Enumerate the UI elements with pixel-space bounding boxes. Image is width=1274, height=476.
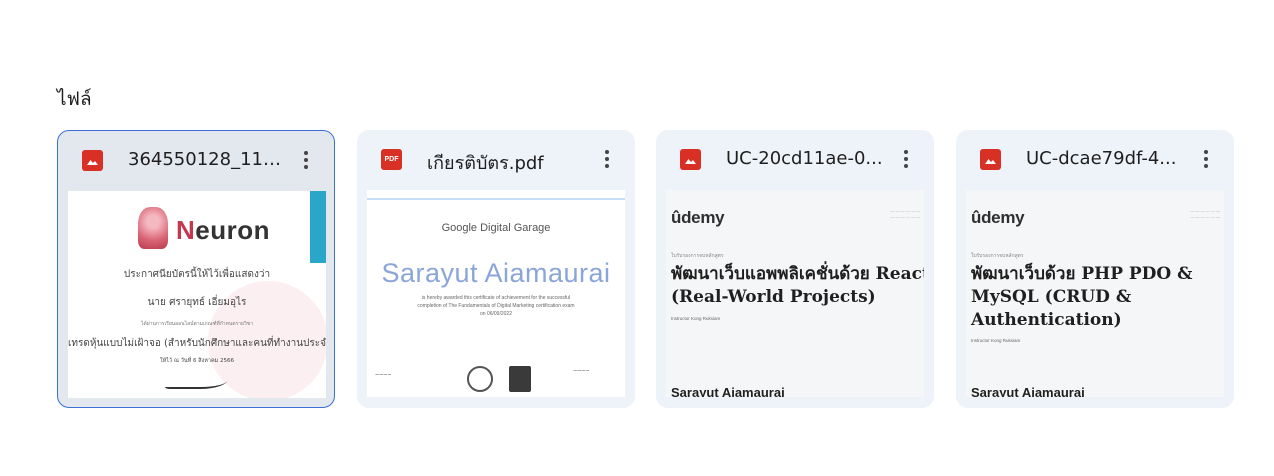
recipient-name: Sarayut Aiamaurai bbox=[971, 385, 1085, 397]
course-title: พัฒนาเว็บแอพพลิเคชั่นด้วย React (Real-Wo… bbox=[671, 264, 924, 307]
thumbnail-border bbox=[367, 198, 625, 200]
image-icon bbox=[82, 150, 103, 171]
file-name: เกียรติบัตร.pdf bbox=[427, 153, 544, 174]
file-name: UC-20cd11ae-0... bbox=[726, 148, 883, 169]
more-options-icon[interactable] bbox=[595, 147, 619, 171]
course-title: พัฒนาเว็บด้วย PHP PDO & MySQL (CRUD & Au… bbox=[971, 264, 1193, 330]
thumbnail-text: เทรดหุ้นแบบไม่เฝ้าจอ (สำหรับนักศึกษาและค… bbox=[68, 338, 326, 349]
file-card-2[interactable]: PDF เกียรติบัตร.pdf Google Digital Garag… bbox=[357, 130, 635, 408]
instructor-text: Instructor Kong Ruksiam bbox=[971, 338, 1021, 343]
file-name: 364550128_1114... bbox=[128, 149, 288, 170]
file-thumbnail[interactable]: Google Digital Garage Sarayut Aiamaurai … bbox=[367, 190, 625, 397]
thumbnail-text: ใบรับรองการจบหลักสูตร bbox=[971, 253, 1024, 259]
udemy-logo: ûdemy bbox=[971, 208, 1025, 227]
file-card-header: 364550128_1114... bbox=[58, 131, 334, 189]
thumbnail-meta: — — — — — — — — — — — — bbox=[890, 208, 920, 219]
seal-icon bbox=[467, 366, 493, 392]
thumbnail-text: completion of The Fundamentals of Digita… bbox=[417, 303, 575, 309]
university-seal-icon bbox=[138, 207, 168, 249]
neuron-logo: Neuron bbox=[176, 215, 271, 245]
thumbnail-text: ให้ไว้ ณ วันที่ 6 สิงหาคม 2566 bbox=[159, 358, 235, 364]
thumbnail-text: is hereby awarded this certificate of ac… bbox=[421, 295, 571, 301]
file-name: UC-dcae79df-4... bbox=[1026, 148, 1177, 169]
udemy-logo: ûdemy bbox=[671, 208, 725, 227]
pdf-icon: PDF bbox=[381, 149, 402, 170]
file-card-3[interactable]: UC-20cd11ae-0... ûdemy — — — — — — — — — … bbox=[656, 130, 934, 408]
file-card-4[interactable]: UC-dcae79df-4... ûdemy — — — — — — — — — … bbox=[956, 130, 1234, 408]
thumbnail-meta: — — — — — — — — — — — — bbox=[1190, 208, 1220, 219]
file-card-header: UC-20cd11ae-0... bbox=[656, 130, 934, 188]
thumbnail-text: on 06/09/2022 bbox=[480, 311, 512, 317]
instructor-text: Instructor Kong Ruksiam bbox=[671, 316, 721, 321]
thumbnail-header: Google Digital Garage bbox=[441, 222, 551, 234]
file-thumbnail[interactable]: Neuron ประกาศนียบัตรนี้ให้ไว้เพื่อแสดงว่… bbox=[68, 191, 326, 398]
thumbnail-recipient: Sarayut Aiamaurai bbox=[381, 258, 611, 288]
more-options-icon[interactable] bbox=[294, 148, 318, 172]
file-card-header: UC-dcae79df-4... bbox=[956, 130, 1234, 188]
file-card-header: PDF เกียรติบัตร.pdf bbox=[357, 130, 635, 188]
image-icon bbox=[680, 149, 701, 170]
thumbnail-text: นาย ศรายุทธ์ เอี่ยมอุไร bbox=[147, 297, 247, 308]
signature: ~~~~ bbox=[375, 372, 392, 379]
signature: ~~~~ bbox=[573, 368, 590, 375]
image-icon bbox=[980, 149, 1001, 170]
thumbnail-ribbon bbox=[310, 191, 326, 263]
file-thumbnail[interactable]: ûdemy — — — — — — — — — — — — ใบรับรองการ… bbox=[666, 190, 924, 397]
thumbnail-text: ได้ผ่านการเรียนออนไลน์ตามเกณฑ์ที่กำหนดรา… bbox=[141, 321, 253, 327]
university-logo-icon bbox=[509, 366, 531, 392]
file-thumbnail[interactable]: ûdemy — — — — — — — — — — — — ใบรับรองการ… bbox=[966, 190, 1224, 397]
section-title: ไฟล์ bbox=[57, 88, 92, 110]
thumbnail-text: ใบรับรองการจบหลักสูตร bbox=[671, 253, 724, 259]
recipient-name: Sarayut Aiamaurai bbox=[671, 385, 785, 397]
file-card-1[interactable]: 364550128_1114... Neuron ประกาศนียบัตรนี… bbox=[57, 130, 335, 408]
signature bbox=[164, 369, 232, 389]
more-options-icon[interactable] bbox=[1194, 147, 1218, 171]
more-options-icon[interactable] bbox=[894, 147, 918, 171]
thumbnail-text: ประกาศนียบัตรนี้ให้ไว้เพื่อแสดงว่า bbox=[123, 269, 271, 280]
